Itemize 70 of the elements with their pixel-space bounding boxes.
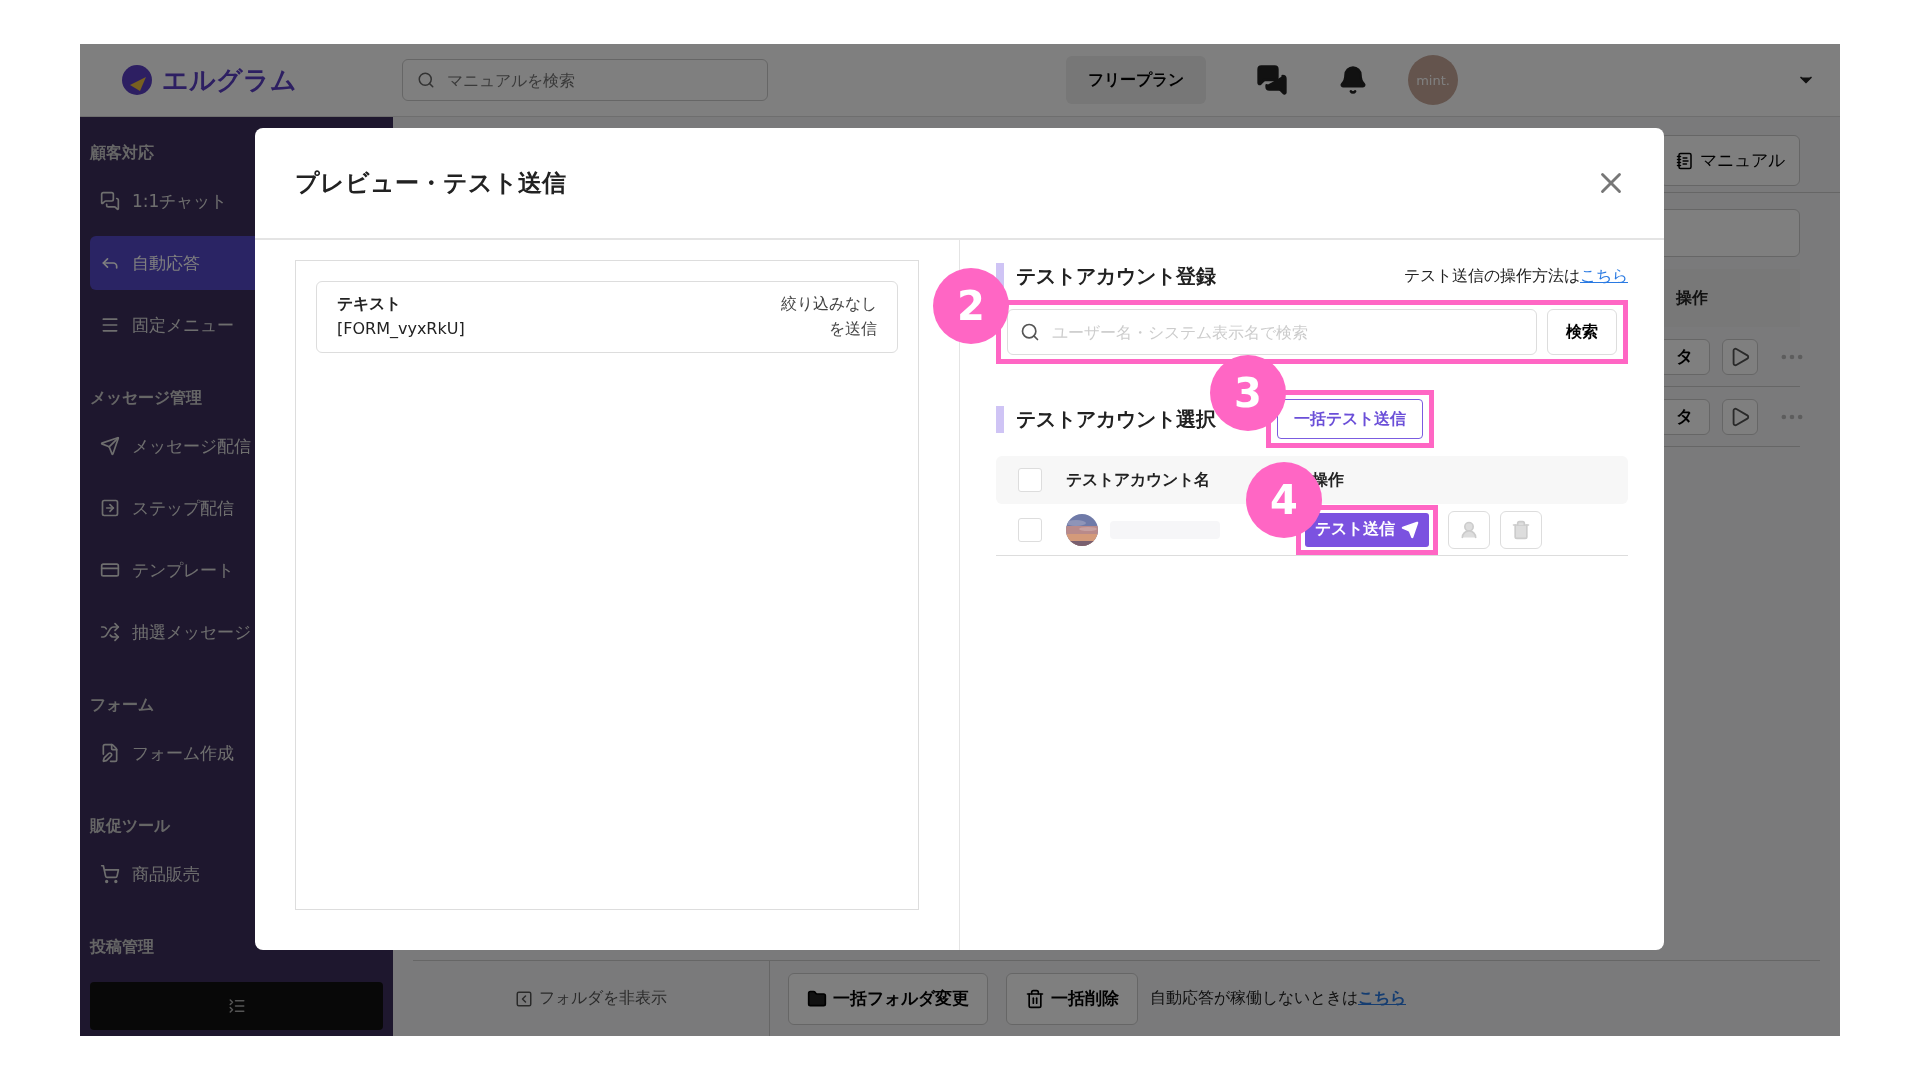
user-icon bbox=[1459, 519, 1479, 540]
menu-item-icon bbox=[100, 498, 120, 518]
sidebar-item[interactable]: 商品販売 bbox=[90, 847, 383, 901]
action-text: を送信 bbox=[829, 319, 877, 340]
search-box[interactable]: マニュアルを検索 bbox=[402, 59, 768, 101]
sidebar-item-label: メッセージ配信 bbox=[132, 434, 251, 458]
bulk-action-button[interactable]: 一括削除 bbox=[1006, 972, 1138, 1025]
menu-item-icon bbox=[100, 436, 120, 456]
plan-button[interactable]: フリープラン bbox=[1066, 56, 1206, 104]
message-type: テキスト bbox=[337, 294, 401, 315]
menu-item-icon bbox=[100, 191, 120, 211]
sidebar-section-title: 販促ツール bbox=[90, 815, 171, 837]
logo-icon bbox=[120, 63, 154, 97]
search-button[interactable]: 検索 bbox=[1547, 309, 1617, 355]
hide-folders-button[interactable]: フォルダを非表示 bbox=[413, 961, 770, 1036]
collapse-sidebar-button[interactable] bbox=[90, 982, 383, 1030]
sidebar-section-title: フォーム bbox=[90, 694, 155, 716]
select-all-checkbox[interactable] bbox=[1018, 468, 1042, 492]
collapse-icon bbox=[227, 997, 246, 1015]
modal-title: プレビュー・テスト送信 bbox=[295, 168, 566, 199]
step-number-badge: 2 bbox=[933, 268, 1009, 344]
menu-item-icon bbox=[100, 743, 120, 763]
search-field[interactable]: マニュアルを検索 bbox=[445, 69, 753, 91]
help-link[interactable]: こちら bbox=[1358, 988, 1406, 1007]
menu-item-icon bbox=[100, 315, 120, 335]
search-icon bbox=[417, 71, 435, 89]
menu-item-icon bbox=[100, 622, 120, 642]
menu-item-icon bbox=[100, 560, 120, 580]
sidebar-item[interactable]: ステップ配信 bbox=[90, 481, 383, 535]
sidebar-item[interactable]: フォーム作成 bbox=[90, 726, 383, 780]
notification-icon[interactable] bbox=[1338, 65, 1368, 95]
sidebar-item-label: フォーム作成 bbox=[132, 741, 234, 765]
bulk-test-send-button[interactable]: 一括テスト送信 bbox=[1277, 399, 1423, 439]
column-header: テストアカウント名 bbox=[1066, 469, 1211, 491]
sidebar-item-label: 固定メニュー bbox=[132, 313, 234, 337]
sidebar-item[interactable]: 抽選メッセージ bbox=[90, 605, 383, 659]
sidebar-item[interactable]: メッセージ配信 bbox=[90, 419, 383, 473]
message-content: [FORM_vyxRkU] bbox=[337, 319, 465, 338]
delete-button[interactable] bbox=[1500, 510, 1542, 549]
sidebar-section-title: 顧客対応 bbox=[90, 142, 155, 164]
trash-icon bbox=[1511, 519, 1531, 540]
book-icon bbox=[1675, 151, 1694, 170]
trash-icon bbox=[1025, 988, 1045, 1009]
filter-text: 絞り込みなし bbox=[781, 294, 877, 315]
row-checkbox[interactable] bbox=[1018, 517, 1042, 542]
sidebar-section-title: 投稿管理 bbox=[90, 936, 155, 958]
notice-text: 自動応答が稼働しないときはこちら bbox=[1150, 988, 1406, 1009]
sidebar-item-label: 1:1チャット bbox=[132, 189, 228, 213]
chevron-left-icon bbox=[515, 989, 533, 1008]
sidebar-item-label: 商品販売 bbox=[132, 862, 200, 886]
test-send-button[interactable]: テスト送信 bbox=[1305, 512, 1429, 547]
sidebar-section-title: メッセージ管理 bbox=[90, 387, 203, 409]
logo-text: エルグラム bbox=[162, 63, 297, 97]
chat-icon[interactable] bbox=[1256, 64, 1288, 96]
search-icon bbox=[1020, 322, 1040, 342]
help-link[interactable]: こちら bbox=[1580, 265, 1628, 285]
play-button[interactable] bbox=[1722, 338, 1758, 375]
sidebar-item-label: 自動応答 bbox=[132, 251, 200, 275]
bulk-action-button[interactable]: 一括フォルダ変更 bbox=[788, 972, 988, 1025]
menu-item-icon bbox=[100, 864, 120, 884]
help-text: テスト送信の操作方法はこちら bbox=[1404, 265, 1628, 287]
play-button[interactable] bbox=[1722, 398, 1758, 435]
sidebar-item-label: ステップ配信 bbox=[132, 496, 234, 520]
column-header: 操作 bbox=[1676, 287, 1708, 309]
folder-icon bbox=[807, 988, 827, 1009]
sidebar-item-label: テンプレート bbox=[132, 558, 234, 582]
sidebar-item[interactable]: テンプレート bbox=[90, 543, 383, 597]
send-icon bbox=[1401, 520, 1419, 539]
user-button[interactable] bbox=[1448, 510, 1490, 549]
sidebar-item-label: 抽選メッセージ bbox=[132, 620, 251, 644]
